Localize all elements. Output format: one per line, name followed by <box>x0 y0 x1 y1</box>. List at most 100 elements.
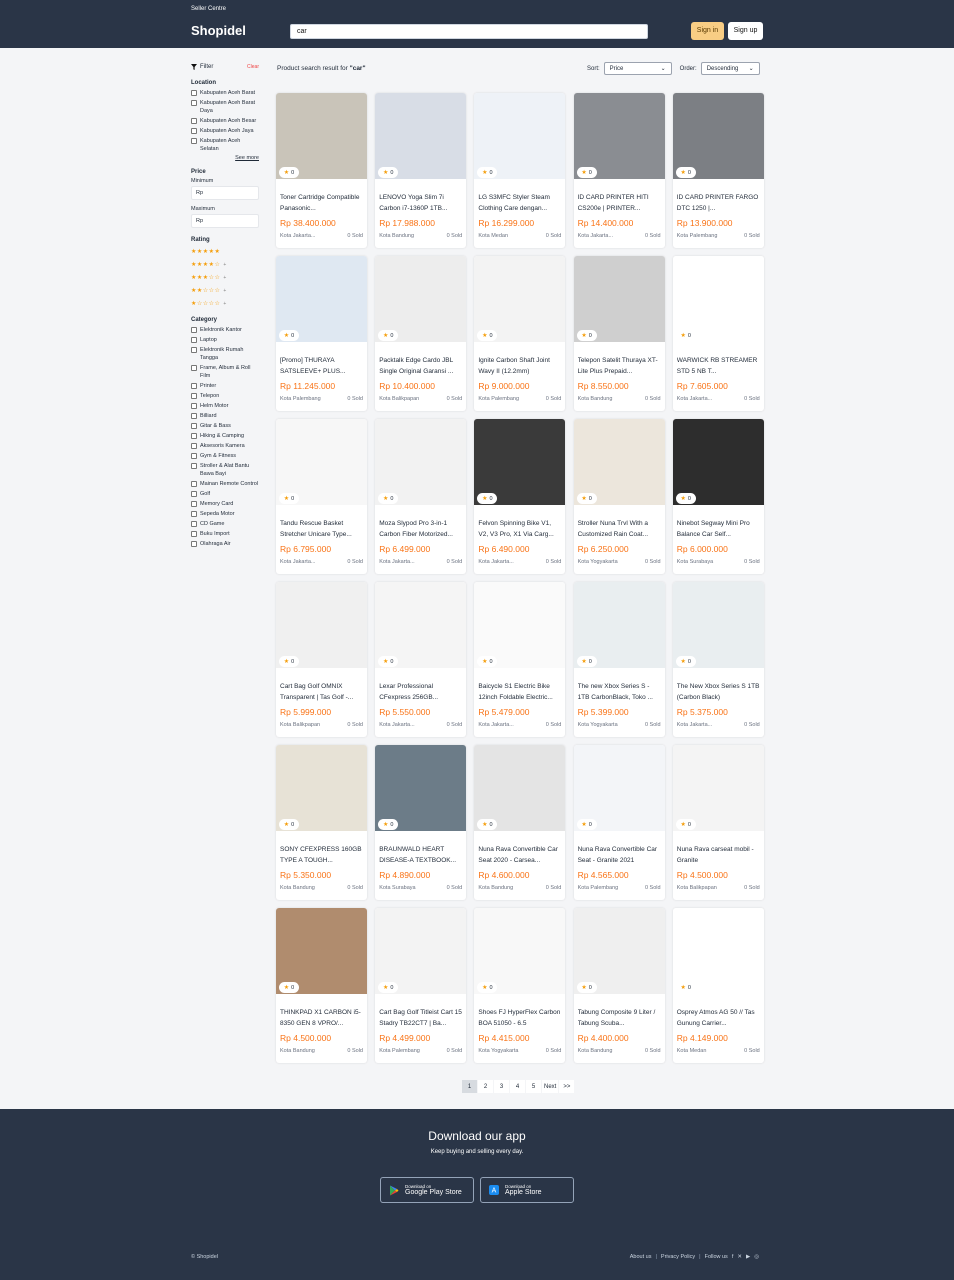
location-option[interactable]: Kabupaten Aceh Selatan <box>191 137 259 153</box>
checkbox[interactable] <box>191 443 197 449</box>
checkbox[interactable] <box>191 423 197 429</box>
product-image[interactable]: ★ 0 <box>375 93 467 179</box>
category-option[interactable]: Aksesoris Kamera <box>191 442 259 450</box>
product-image[interactable]: ★ 0 <box>276 908 367 994</box>
checkbox[interactable] <box>191 511 197 517</box>
category-option[interactable]: CD Game <box>191 520 259 528</box>
location-option[interactable]: Kabupaten Aceh Barat <box>191 89 259 97</box>
product-image[interactable]: ★ 0 <box>573 582 665 668</box>
page-button[interactable]: 3 <box>494 1080 509 1093</box>
checkbox[interactable] <box>191 100 197 106</box>
checkbox[interactable] <box>191 347 197 353</box>
product-card[interactable]: ★ 0 [Promo] THURAYA SATSLEEVE+ PLUS... Rp 1… <box>276 256 367 411</box>
max-price-input[interactable]: Rp <box>191 214 259 228</box>
category-option[interactable]: Telepon <box>191 392 259 400</box>
clear-filter-button[interactable]: Clear <box>247 64 259 70</box>
product-image[interactable]: ★ 0 <box>474 256 566 342</box>
category-option[interactable]: Billiard <box>191 412 259 420</box>
checkbox[interactable] <box>191 128 197 134</box>
product-card[interactable]: ★ 0 Tandu Rescue Basket Stretcher Unicare … <box>276 419 367 574</box>
product-image[interactable]: ★ 0 <box>672 745 764 831</box>
checkbox[interactable] <box>191 138 197 144</box>
product-image[interactable]: ★ 0 <box>375 256 467 342</box>
page-button[interactable]: 2 <box>478 1080 493 1093</box>
product-card[interactable]: ★ 0 LG S3MFC Styler Steam Clothing Care de… <box>474 93 566 248</box>
product-card[interactable]: ★ 0 THINKPAD X1 CARBON i5-8350 GEN 8 VPRO/… <box>276 908 367 1063</box>
product-image[interactable]: ★ 0 <box>474 419 566 505</box>
product-image[interactable]: ★ 0 <box>276 582 367 668</box>
category-option[interactable]: Frame, Album & Roll Film <box>191 364 259 380</box>
checkbox[interactable] <box>191 118 197 124</box>
product-image[interactable]: ★ 0 <box>276 93 367 179</box>
product-card[interactable]: ★ 0 Nuna Rava carseat mobil - Granite Rp 4.… <box>672 745 764 900</box>
category-option[interactable]: Laptop <box>191 336 259 344</box>
checkbox[interactable] <box>191 403 197 409</box>
product-image[interactable]: ★ 0 <box>672 256 764 342</box>
facebook-icon[interactable]: f <box>732 1254 734 1260</box>
category-option[interactable]: Sepeda Motor <box>191 510 259 518</box>
location-option[interactable]: Kabupaten Aceh Jaya <box>191 127 259 135</box>
location-option[interactable]: Kabupaten Aceh Besar <box>191 117 259 125</box>
product-card[interactable]: ★ 0 Toner Cartridge Compatible Panasonic..… <box>276 93 367 248</box>
page-button[interactable]: 4 <box>510 1080 525 1093</box>
product-image[interactable]: ★ 0 <box>672 582 764 668</box>
product-image[interactable]: ★ 0 <box>375 582 467 668</box>
category-option[interactable]: Mainan Remote Control <box>191 480 259 488</box>
product-image[interactable]: ★ 0 <box>276 419 367 505</box>
sort-select[interactable]: Price ⌄ <box>603 62 672 75</box>
google-play-button[interactable]: Download on Google Play Store <box>380 1177 474 1203</box>
page-button[interactable]: 5 <box>526 1080 541 1093</box>
rating-option[interactable]: ★★☆☆☆ + <box>191 285 259 298</box>
product-image[interactable]: ★ 0 <box>474 93 566 179</box>
page-button[interactable]: 1 <box>462 1080 477 1093</box>
checkbox[interactable] <box>191 337 197 343</box>
category-option[interactable]: Olahraga Air <box>191 540 259 548</box>
product-card[interactable]: ★ 0 Ignite Carbon Shaft Joint Wavy II (12.… <box>474 256 566 411</box>
product-card[interactable]: ★ 0 WARWICK RB STREAMER STD 5 NB T... Rp 7.… <box>672 256 764 411</box>
checkbox[interactable] <box>191 365 197 371</box>
product-image[interactable]: ★ 0 <box>672 908 764 994</box>
signup-button[interactable]: Sign up <box>728 22 763 40</box>
product-image[interactable]: ★ 0 <box>573 93 665 179</box>
product-card[interactable]: ★ 0 Baicycle S1 Electric Bike 12inch Folda… <box>474 582 566 737</box>
rating-option[interactable]: ★★★☆☆ + <box>191 272 259 285</box>
checkbox[interactable] <box>191 491 197 497</box>
product-card[interactable]: ★ 0 Shoes FJ HyperFlex Carbon BOA 51050 - … <box>474 908 566 1063</box>
last-page-button[interactable]: >> <box>559 1080 575 1093</box>
rating-option[interactable]: ★☆☆☆☆ + <box>191 298 259 311</box>
product-image[interactable]: ★ 0 <box>573 256 665 342</box>
product-card[interactable]: ★ 0 ID CARD PRINTER FARGO DTC 1250 |... Rp … <box>672 93 764 248</box>
checkbox[interactable] <box>191 433 197 439</box>
category-option[interactable]: Printer <box>191 382 259 390</box>
product-image[interactable]: ★ 0 <box>276 256 367 342</box>
category-option[interactable]: Gym & Fitness <box>191 452 259 460</box>
product-card[interactable]: ★ 0 Cart Bag Golf OMNIX Transparent | Tas … <box>276 582 367 737</box>
product-image[interactable]: ★ 0 <box>573 908 665 994</box>
category-option[interactable]: Gitar & Bass <box>191 422 259 430</box>
category-option[interactable]: Elektronik Rumah Tangga <box>191 346 259 362</box>
category-option[interactable]: Memory Card <box>191 500 259 508</box>
product-card[interactable]: ★ 0 Packtalk Edge Cardo JBL Single Origina… <box>375 256 467 411</box>
checkbox[interactable] <box>191 481 197 487</box>
checkbox[interactable] <box>191 90 197 96</box>
product-image[interactable]: ★ 0 <box>474 908 566 994</box>
category-option[interactable]: Hiking & Camping <box>191 432 259 440</box>
product-card[interactable]: ★ 0 Felvon Spinning Bike V1, V2, V3 Pro, X… <box>474 419 566 574</box>
site-logo[interactable]: Shopidel <box>191 23 246 38</box>
product-image[interactable]: ★ 0 <box>573 419 665 505</box>
product-card[interactable]: ★ 0 BRAUNWALD HEART DISEASE-A TEXTBOOK... R… <box>375 745 467 900</box>
checkbox[interactable] <box>191 413 197 419</box>
product-image[interactable]: ★ 0 <box>375 908 467 994</box>
product-card[interactable]: ★ 0 Nuna Rava Convertible Car Seat 2020 - … <box>474 745 566 900</box>
product-card[interactable]: ★ 0 Osprey Atmos AG 50 // Tas Gunung Carri… <box>672 908 764 1063</box>
location-option[interactable]: Kabupaten Aceh Barat Daya <box>191 99 259 115</box>
product-card[interactable]: ★ 0 Tabung Composite 9 Liter / Tabung Scub… <box>573 908 665 1063</box>
checkbox[interactable] <box>191 531 197 537</box>
product-image[interactable]: ★ 0 <box>474 745 566 831</box>
order-select[interactable]: Descending ⌄ <box>700 62 760 75</box>
product-card[interactable]: ★ 0 Moza Slypod Pro 3-in-1 Carbon Fiber Mo… <box>375 419 467 574</box>
product-image[interactable]: ★ 0 <box>672 419 764 505</box>
product-card[interactable]: ★ 0 Nuna Rava Convertible Car Seat - Grani… <box>573 745 665 900</box>
product-card[interactable]: ★ 0 Telepon Satelit Thuraya XT-Lite Plus P… <box>573 256 665 411</box>
product-image[interactable]: ★ 0 <box>573 745 665 831</box>
